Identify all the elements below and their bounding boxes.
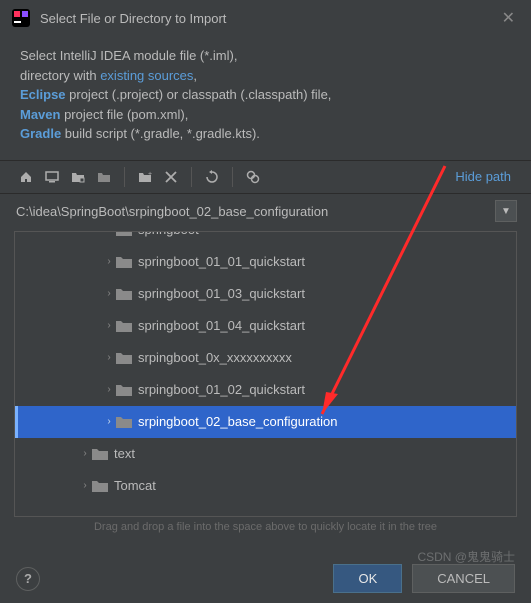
tree-item-label: srpingboot_01_02_quickstart [138, 382, 305, 397]
path-dropdown-icon[interactable]: ▼ [495, 200, 517, 222]
tree-item[interactable]: › srpingboot_0x_xxxxxxxxxx [15, 342, 516, 374]
desc-text: directory with [20, 68, 100, 83]
tree-item[interactable]: › springboot_01_03_quickstart [15, 278, 516, 310]
refresh-icon[interactable] [200, 165, 224, 189]
desc-text: Select IntelliJ IDEA module file (*.iml)… [20, 48, 237, 63]
tree-item-label: Tomcat [114, 478, 156, 493]
file-tree: ›springboot›springboot_01_01_quickstart›… [0, 229, 531, 517]
project-icon[interactable] [66, 165, 90, 189]
path-row: C:\idea\SpringBoot\srpingboot_02_base_co… [0, 194, 531, 229]
chevron-right-icon[interactable]: › [78, 448, 92, 459]
folder-icon [116, 415, 132, 429]
svg-text:+: + [148, 171, 152, 178]
tree-item-label: srpingboot_0x_xxxxxxxxxx [138, 350, 292, 365]
tree-item[interactable]: › springboot [15, 231, 516, 246]
tree-item[interactable]: › Tomcat [15, 470, 516, 502]
chevron-right-icon[interactable]: › [102, 288, 116, 299]
ok-button[interactable]: OK [333, 564, 402, 593]
folder-icon [116, 383, 132, 397]
titlebar: Select File or Directory to Import ✕ [0, 0, 531, 36]
folder-icon [116, 319, 132, 333]
chevron-right-icon[interactable]: › [102, 320, 116, 331]
tree-item[interactable]: › srpingboot_01_02_quickstart [15, 374, 516, 406]
eclipse-label: Eclipse [20, 87, 66, 102]
folder-icon [92, 479, 108, 493]
window-title: Select File or Directory to Import [40, 11, 498, 26]
desc-text: project (.project) or classpath (.classp… [66, 87, 332, 102]
show-hidden-icon[interactable] [241, 165, 265, 189]
folder-icon [116, 351, 132, 365]
tree-item[interactable]: › springboot_01_01_quickstart [15, 246, 516, 278]
folder-icon [116, 287, 132, 301]
tree-item-label: springboot_01_04_quickstart [138, 318, 305, 333]
gradle-label: Gradle [20, 126, 61, 141]
chevron-right-icon[interactable]: › [102, 384, 116, 395]
tree-scroll[interactable]: ›springboot›springboot_01_01_quickstart›… [14, 231, 517, 517]
toolbar: + Hide path [0, 160, 531, 194]
footer: ? OK CANCEL [0, 554, 531, 603]
chevron-right-icon[interactable]: › [102, 231, 116, 236]
existing-sources-link[interactable]: existing sources [100, 68, 193, 83]
drag-hint: Drag and drop a file into the space abov… [0, 517, 531, 543]
tree-item-label: text [114, 446, 135, 461]
desc-text: build script (*.gradle, *.gradle.kts). [61, 126, 260, 141]
tree-item-label: srpingboot_02_base_configuration [138, 414, 338, 429]
desc-text: project file (pom.xml), [60, 107, 188, 122]
chevron-right-icon[interactable]: › [102, 256, 116, 267]
folder-icon [116, 231, 132, 237]
folder-icon [116, 255, 132, 269]
delete-icon[interactable] [159, 165, 183, 189]
folder-icon [92, 447, 108, 461]
description-block: Select IntelliJ IDEA module file (*.iml)… [0, 36, 531, 160]
cancel-button[interactable]: CANCEL [412, 564, 515, 593]
tree-item-label: springboot_01_03_quickstart [138, 286, 305, 301]
separator [124, 167, 125, 187]
desc-text: , [193, 68, 197, 83]
tree-item-label: springboot [138, 231, 199, 238]
hide-path-link[interactable]: Hide path [449, 165, 517, 188]
tree-item[interactable]: › srpingboot_02_base_configuration [15, 406, 516, 438]
tree-item[interactable]: › springboot_01_04_quickstart [15, 310, 516, 342]
app-icon [12, 9, 30, 27]
separator [191, 167, 192, 187]
separator [232, 167, 233, 187]
chevron-right-icon[interactable]: › [102, 352, 116, 363]
desktop-icon[interactable] [40, 165, 64, 189]
home-icon[interactable] [14, 165, 38, 189]
tree-item-label: springboot_01_01_quickstart [138, 254, 305, 269]
maven-label: Maven [20, 107, 60, 122]
new-folder-icon[interactable]: + [133, 165, 157, 189]
path-input[interactable]: C:\idea\SpringBoot\srpingboot_02_base_co… [14, 200, 489, 223]
module-icon[interactable] [92, 165, 116, 189]
tree-item[interactable]: › text [15, 438, 516, 470]
close-icon[interactable]: ✕ [498, 8, 519, 28]
chevron-right-icon[interactable]: › [102, 416, 116, 427]
chevron-right-icon[interactable]: › [78, 480, 92, 491]
help-button[interactable]: ? [16, 567, 40, 591]
